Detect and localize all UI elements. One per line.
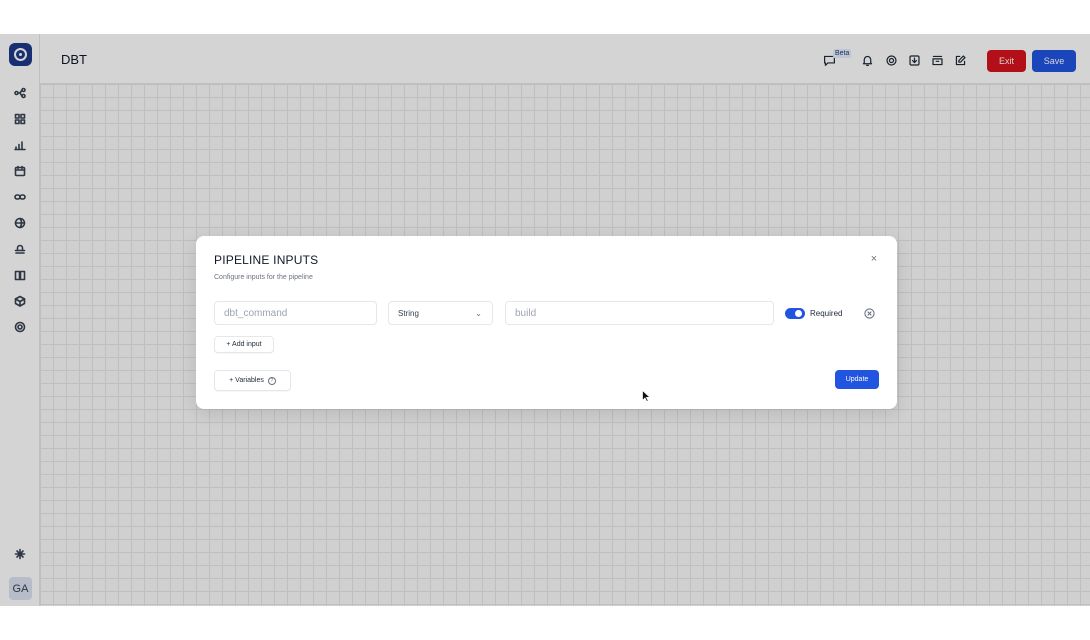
close-icon[interactable]: × bbox=[868, 253, 880, 265]
modal-subtitle: Configure inputs for the pipeline bbox=[214, 274, 313, 281]
required-toggle[interactable] bbox=[785, 308, 805, 319]
modal-title: PIPELINE INPUTS bbox=[214, 253, 319, 267]
input-type-select[interactable]: String ⌄ bbox=[388, 301, 493, 325]
variables-label: + Variables bbox=[229, 377, 264, 384]
pipeline-inputs-modal: PIPELINE INPUTS Configure inputs for the… bbox=[196, 236, 897, 409]
app-window: DBT Beta Exit Save GA PIPELINE INPUTS Co… bbox=[0, 34, 1090, 606]
chevron-down-icon: ⌄ bbox=[475, 308, 482, 318]
help-icon: ? bbox=[267, 376, 276, 385]
input-type-value: String bbox=[398, 308, 419, 318]
required-label: Required bbox=[810, 309, 843, 318]
mouse-cursor-icon bbox=[642, 390, 650, 402]
input-name-field[interactable]: dbt_command bbox=[214, 301, 377, 325]
input-value-field[interactable]: build bbox=[505, 301, 774, 325]
remove-input-icon[interactable] bbox=[863, 307, 875, 319]
variables-button[interactable]: + Variables ? bbox=[214, 370, 291, 391]
add-input-button[interactable]: + Add input bbox=[214, 336, 274, 353]
update-button[interactable]: Update bbox=[835, 370, 879, 389]
